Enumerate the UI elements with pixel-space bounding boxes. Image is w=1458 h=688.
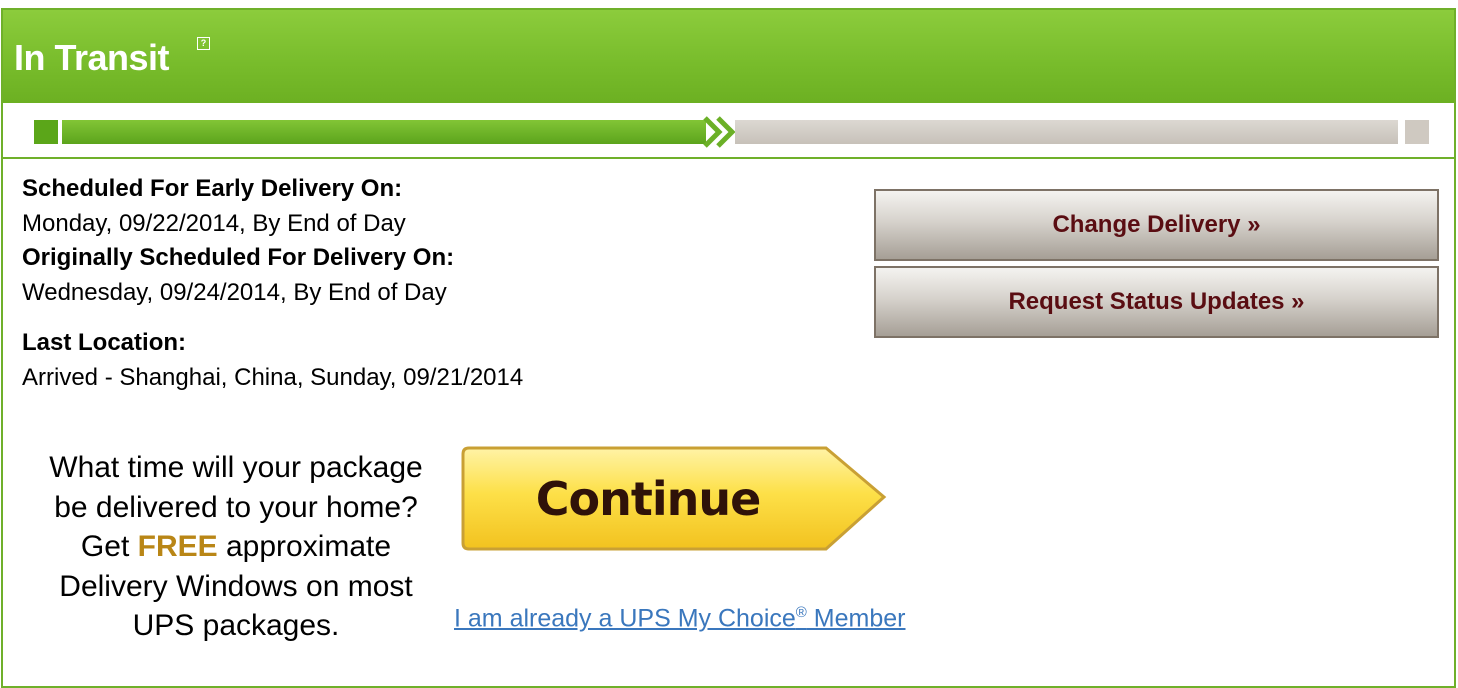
last-location-value: Arrived - Shanghai, China, Sunday, 09/21… [22, 363, 524, 391]
promo-line-1: What time will your package [49, 451, 423, 484]
status-header: In Transit ? [3, 10, 1454, 103]
original-delivery-label: Originally Scheduled For Delivery On: [22, 244, 455, 271]
promo-line-5: UPS packages. [132, 609, 340, 642]
promo-line-3: Get FREE approximate [20, 527, 452, 567]
promo-approximate: approximate [225, 530, 392, 563]
promo-get: Get [80, 530, 130, 563]
progress-bar-remaining [735, 120, 1398, 144]
early-delivery-value: Monday, 09/22/2014, By End of Day [22, 209, 406, 237]
promo-line-4: Delivery Windows on most [59, 569, 413, 603]
progress-start-block [34, 120, 58, 144]
delivery-details: Scheduled For Early Delivery On: Monday,… [22, 172, 523, 395]
free-highlight: FREE [137, 530, 218, 563]
progress-tracker [3, 103, 1454, 159]
progress-end-block [1405, 120, 1429, 144]
registered-mark: ® [795, 604, 807, 621]
member-link-text: I am already a UPS My Choice [454, 604, 796, 633]
request-status-updates-button[interactable]: Request Status Updates » [874, 266, 1439, 338]
status-title: In Transit [14, 37, 170, 78]
change-delivery-button[interactable]: Change Delivery » [874, 189, 1439, 261]
last-location-label: Last Location: [22, 329, 187, 356]
original-delivery-value: Wednesday, 09/24/2014, By End of Day [22, 278, 447, 306]
early-delivery-label: Scheduled For Early Delivery On: [22, 175, 403, 202]
member-link-suffix: Member [806, 604, 906, 633]
my-choice-member-link[interactable]: I am already a UPS My Choice® Member [454, 604, 906, 633]
continue-button[interactable]: Continue [461, 446, 885, 552]
promo-line-2: be delivered to your home? [54, 490, 418, 524]
my-choice-promo: What time will your package be delivered… [20, 448, 452, 646]
question-mark-box-icon[interactable]: ? [197, 37, 210, 50]
progress-bar-completed [62, 120, 706, 144]
